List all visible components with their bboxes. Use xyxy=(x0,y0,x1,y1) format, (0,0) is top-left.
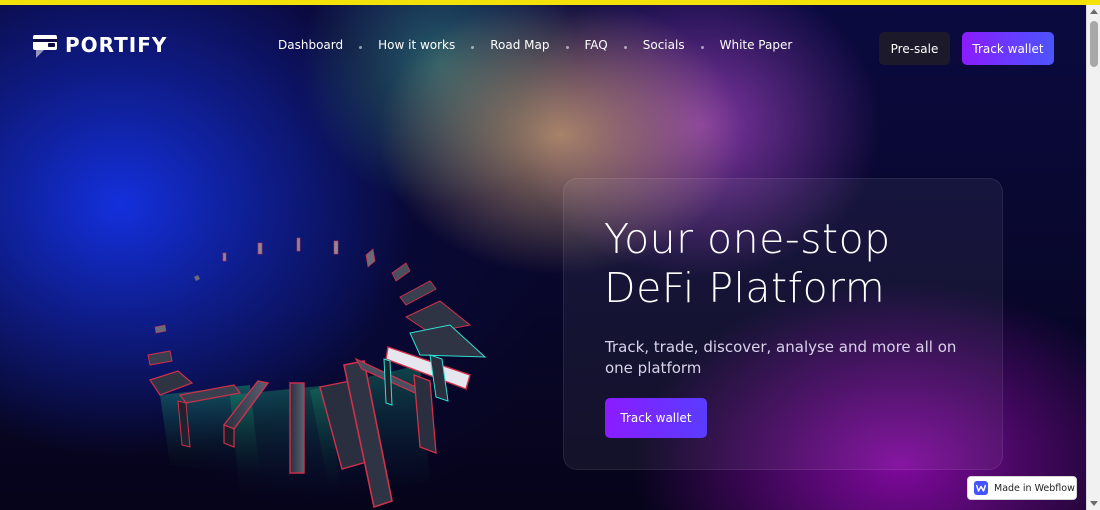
track-wallet-button-hero[interactable]: Track wallet xyxy=(605,398,707,438)
hero-subtitle: Track, trade, discover, analyse and more… xyxy=(605,338,957,377)
nav-separator-dot xyxy=(359,45,363,49)
nav-links: Dashboard How it works Road Map FAQ Soci… xyxy=(278,35,792,55)
nav-separator-dot xyxy=(565,45,569,49)
brand-logo[interactable]: PORTIFY xyxy=(32,29,167,61)
page-scrollbar[interactable] xyxy=(1086,5,1100,510)
nav-link-road-map[interactable]: Road Map xyxy=(490,38,549,52)
hero-3d-ring-illustration xyxy=(147,237,487,509)
nav-link-how-it-works[interactable]: How it works xyxy=(378,38,455,52)
hero-title-line-2: DeFi Platform xyxy=(604,264,886,312)
brand-name: PORTIFY xyxy=(65,33,168,57)
nav-separator-dot xyxy=(471,45,475,49)
presale-button[interactable]: Pre-sale xyxy=(879,32,950,65)
webflow-logo-icon xyxy=(974,481,988,495)
scroll-down-arrow-icon[interactable] xyxy=(1090,501,1098,506)
hero-card: Your one-stop DeFi Platform Track, trade… xyxy=(563,178,1003,470)
webflow-badge-label: Made in Webflow xyxy=(994,482,1075,494)
nav-link-dashboard[interactable]: Dashboard xyxy=(278,38,343,52)
nav-separator-dot xyxy=(623,45,627,49)
hero-title-line-1: Your one-stop xyxy=(604,215,891,263)
scroll-up-arrow-icon[interactable] xyxy=(1090,9,1098,14)
scrollbar-thumb[interactable] xyxy=(1090,21,1098,67)
wallet-icon xyxy=(33,35,57,58)
page-viewport: PORTIFY Dashboard How it works Road Map … xyxy=(0,5,1086,510)
top-navigation: PORTIFY Dashboard How it works Road Map … xyxy=(0,5,1086,85)
hero-title: Your one-stop DeFi Platform xyxy=(604,215,984,313)
nav-link-faq[interactable]: FAQ xyxy=(585,38,608,52)
nav-separator-dot xyxy=(700,45,704,49)
nav-link-socials[interactable]: Socials xyxy=(643,38,685,52)
track-wallet-button-nav[interactable]: Track wallet xyxy=(962,32,1054,65)
made-in-webflow-badge[interactable]: Made in Webflow xyxy=(967,476,1077,500)
nav-link-white-paper[interactable]: White Paper xyxy=(720,38,793,52)
